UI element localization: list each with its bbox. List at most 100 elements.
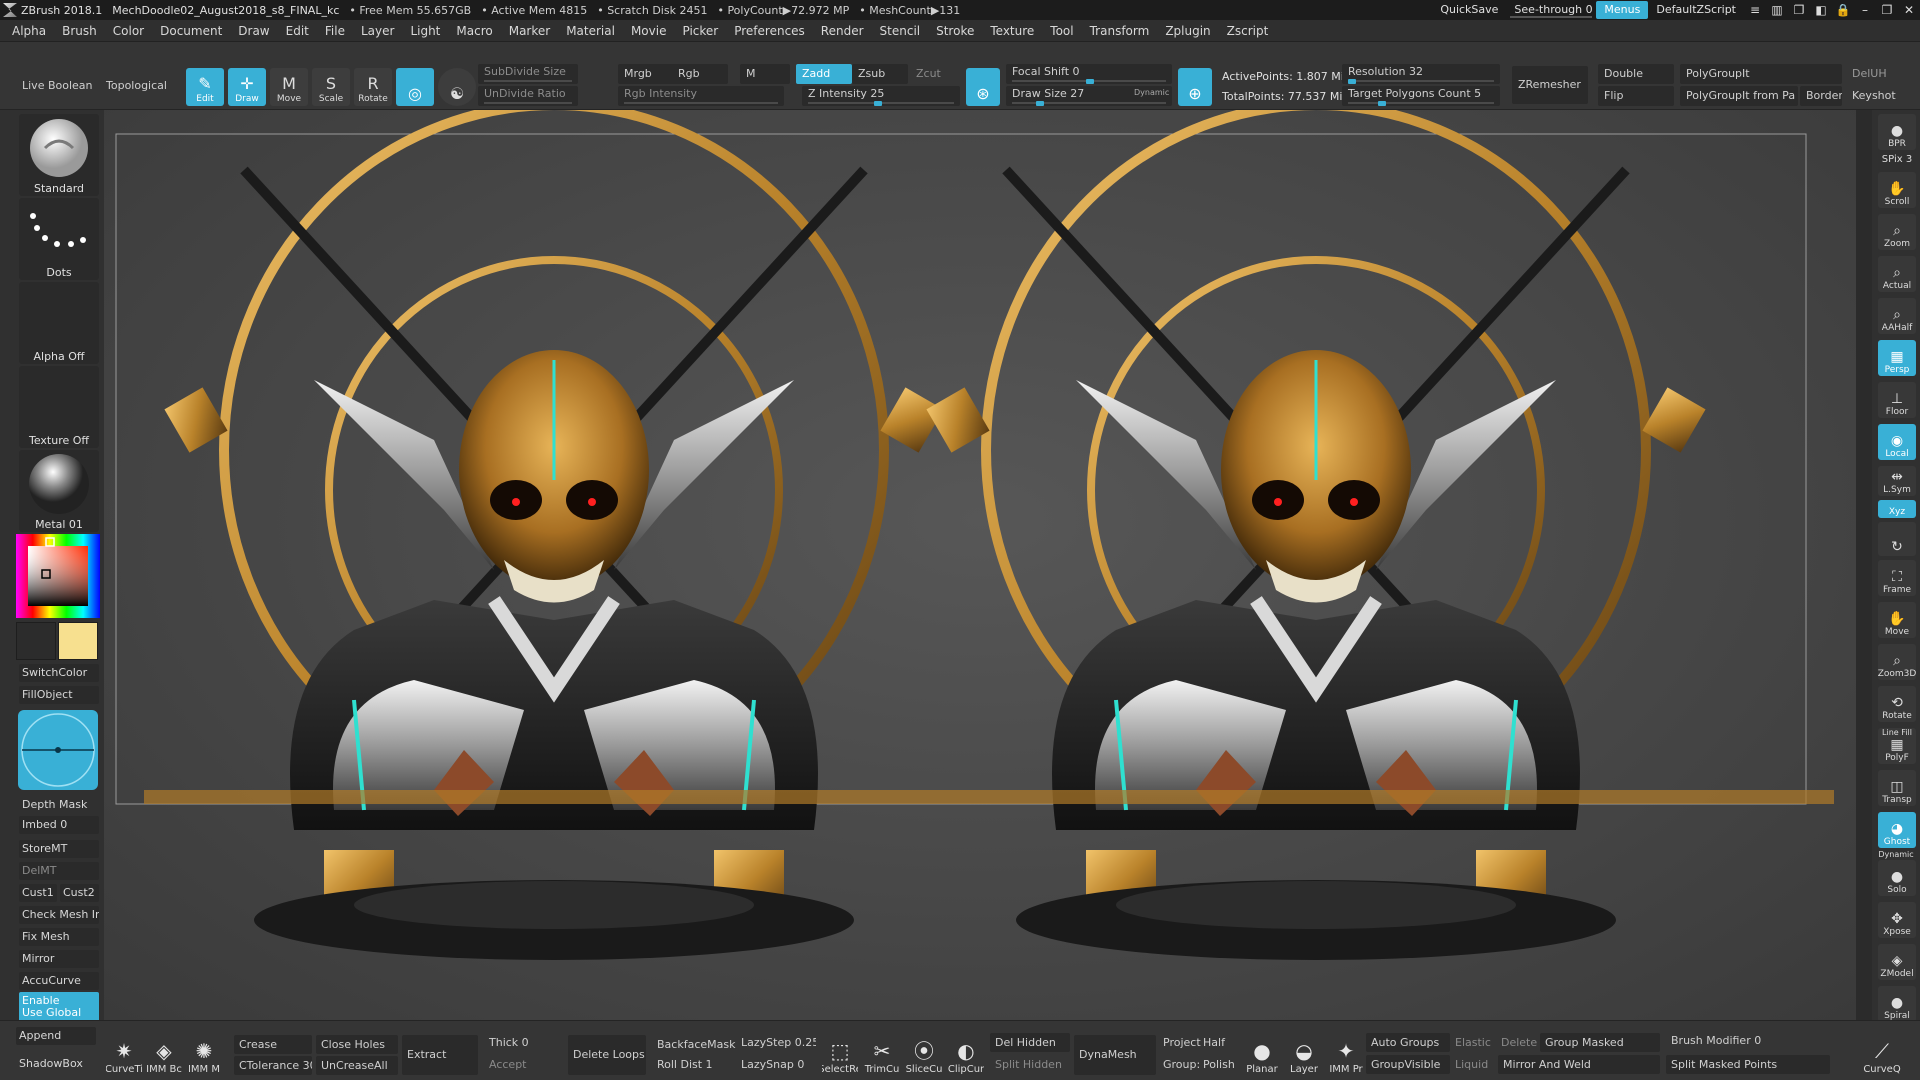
menu-item-file[interactable]: File [325, 24, 345, 38]
material-selector[interactable]: Metal 01 [19, 450, 99, 532]
menu-item-transform[interactable]: Transform [1090, 24, 1150, 38]
groupvisible-button[interactable]: GroupVisible [1366, 1055, 1450, 1074]
xpose-button[interactable]: ✥ Xpose [1878, 902, 1916, 938]
menu-item-tool[interactable]: Tool [1050, 24, 1073, 38]
zoom-button[interactable]: ⌕ Zoom [1878, 214, 1916, 250]
imm-m-brush[interactable]: ✺ IMM M [186, 1025, 222, 1075]
zadd-button[interactable]: Zadd [796, 64, 852, 84]
fix-mesh-button[interactable]: Fix Mesh [19, 928, 99, 946]
yin-yang-toggle[interactable]: ☯ [438, 68, 476, 106]
keyshot-button[interactable]: Keyshot [1846, 86, 1916, 106]
rgb-button[interactable]: Rgb [672, 64, 728, 84]
mrgb-button[interactable]: Mrgb [618, 64, 674, 84]
move-view-button[interactable]: ✋ Move [1878, 602, 1916, 638]
delmt-button[interactable]: DelMT [19, 862, 99, 880]
trimcurve-brush[interactable]: ✂ TrimCu [864, 1025, 900, 1075]
transp-button[interactable]: ◫ Transp [1878, 770, 1916, 806]
menu-item-draw[interactable]: Draw [238, 24, 269, 38]
live-boolean-button[interactable]: Live Boolean [16, 76, 99, 96]
spix-slider[interactable]: SPix 3 [1878, 154, 1916, 165]
fill-object-button[interactable]: FillObject [19, 686, 99, 704]
group-button[interactable]: Group: [1158, 1055, 1202, 1074]
extract-button[interactable]: Extract [402, 1035, 478, 1075]
storemt-button[interactable]: StoreMT [19, 840, 99, 858]
menu-item-render[interactable]: Render [821, 24, 864, 38]
zremesher-button[interactable]: ZRemesher [1512, 66, 1588, 104]
alpha-selector[interactable]: Alpha Off [19, 282, 99, 364]
menu-item-alpha[interactable]: Alpha [12, 24, 46, 38]
delete-button[interactable]: Delete [1496, 1033, 1544, 1052]
see-through-slider[interactable]: See-through 0 [1506, 1, 1596, 19]
topological-button[interactable]: Topological [100, 76, 173, 96]
minimize-icon[interactable]: – [1854, 1, 1876, 19]
texture-selector[interactable]: Texture Off [19, 366, 99, 448]
move-button[interactable]: M Move [270, 68, 308, 106]
zoom3d-button[interactable]: ⌕ Zoom3D [1878, 644, 1916, 680]
primary-color-swatch[interactable] [16, 622, 56, 660]
draw-button[interactable]: ✛ Draw [228, 68, 266, 106]
brush-modifier-slider[interactable]: Brush Modifier 0 [1666, 1031, 1836, 1050]
dynamesh-button[interactable]: DynaMesh [1074, 1035, 1156, 1075]
imbed-slider[interactable]: Imbed 0 [19, 816, 99, 834]
menu-item-zplugin[interactable]: Zplugin [1165, 24, 1210, 38]
slicecurve-brush[interactable]: ⦿ SliceCu [906, 1025, 942, 1075]
menu-item-preferences[interactable]: Preferences [734, 24, 805, 38]
deluh-button[interactable]: DelUH [1846, 64, 1916, 84]
menu-item-light[interactable]: Light [410, 24, 440, 38]
mirror-button[interactable]: Mirror [19, 950, 99, 968]
dynamesh-icon-toggle[interactable]: ⊕ [1178, 68, 1212, 106]
menu-item-layer[interactable]: Layer [361, 24, 394, 38]
cust1-button[interactable]: Cust1 [19, 884, 57, 902]
layer-brush[interactable]: ◒ Layer [1284, 1025, 1324, 1075]
menus-toggle[interactable]: Menus [1596, 1, 1649, 19]
scroll-button[interactable]: ✋ Scroll [1878, 172, 1916, 208]
menu-item-marker[interactable]: Marker [509, 24, 550, 38]
shadowbox-button[interactable]: ShadowBox [16, 1055, 96, 1073]
accucurve-button[interactable]: AccuCurve [19, 972, 99, 990]
split-hidden-button[interactable]: Split Hidden [990, 1055, 1070, 1074]
half-button[interactable]: Half [1198, 1033, 1234, 1052]
focal-shift-slider[interactable]: Focal Shift 0 [1006, 64, 1172, 84]
scale-button[interactable]: S Scale [312, 68, 350, 106]
switch-color-button[interactable]: SwitchColor [19, 664, 99, 682]
xyz-button[interactable]: Xyz [1878, 500, 1916, 518]
imm-pr-brush[interactable]: ✦ IMM Pr [1326, 1025, 1366, 1075]
dynamic-label[interactable]: Dynamic [1134, 88, 1169, 97]
brush-selector[interactable]: Standard [19, 114, 99, 196]
zmodel-button[interactable]: ◈ ZModel [1878, 944, 1916, 980]
restore-icon[interactable]: ❐ [1876, 1, 1898, 19]
auto-groups-button[interactable]: Auto Groups [1366, 1033, 1450, 1052]
group-masked-button[interactable]: Group Masked [1540, 1033, 1660, 1052]
project-button[interactable]: Project [1158, 1033, 1202, 1052]
flip-button[interactable]: Flip [1598, 86, 1674, 106]
ctolerance-slider[interactable]: CTolerance 30 [234, 1056, 312, 1075]
close-icon[interactable]: ✕ [1898, 1, 1920, 19]
menu-item-stroke[interactable]: Stroke [936, 24, 974, 38]
undivide-ratio-slider[interactable]: UnDivide Ratio [478, 86, 578, 106]
mirror-and-weld-button[interactable]: Mirror And Weld [1498, 1055, 1660, 1074]
gizmo-toggle[interactable]: ◎ [396, 68, 434, 106]
spiral-button[interactable]: ● Spiral [1878, 986, 1916, 1022]
z-intensity-slider[interactable]: Z Intensity 25 [802, 86, 960, 106]
backfacemask-button[interactable]: BackfaceMask [652, 1035, 736, 1054]
rotate-button[interactable]: R Rotate [354, 68, 392, 106]
layout2-icon[interactable]: ▥ [1766, 1, 1788, 19]
zsub-button[interactable]: Zsub [852, 64, 908, 84]
ghost-button[interactable]: ◕ Ghost [1878, 812, 1916, 848]
uncrease-all-button[interactable]: UnCreaseAll [316, 1056, 398, 1075]
zcut-button[interactable]: Zcut [910, 64, 960, 84]
persp-button[interactable]: ▦ Persp [1878, 340, 1916, 376]
lock-icon[interactable]: 🔒 [1832, 1, 1854, 19]
menu-item-document[interactable]: Document [160, 24, 222, 38]
imm-bc-brush[interactable]: ◈ IMM Bc [146, 1025, 182, 1075]
border-button[interactable]: Border [1800, 86, 1842, 106]
resolution-slider[interactable]: Resolution 32 [1342, 64, 1500, 84]
roll-dist-slider[interactable]: Roll Dist 1 [652, 1055, 736, 1074]
menu-item-movie[interactable]: Movie [631, 24, 667, 38]
liquid-button[interactable]: Liquid [1450, 1055, 1504, 1074]
check-mesh-button[interactable]: Check Mesh In [19, 906, 99, 924]
menu-item-stencil[interactable]: Stencil [880, 24, 921, 38]
planar-brush[interactable]: ● Planar [1242, 1025, 1282, 1075]
bpr-button[interactable]: ● BPR [1878, 114, 1916, 150]
crease-button[interactable]: Crease [234, 1035, 312, 1054]
